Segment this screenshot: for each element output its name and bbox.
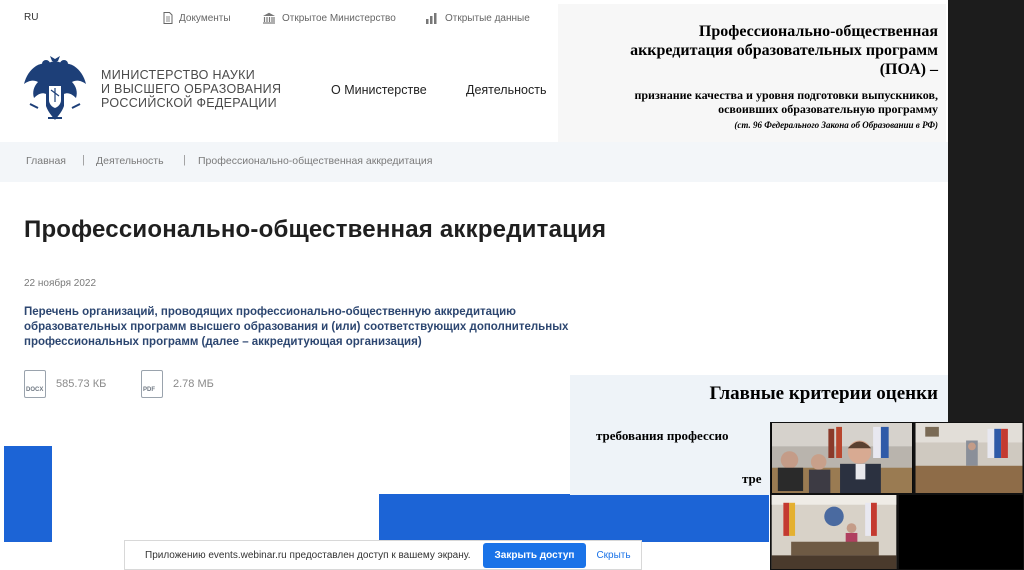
open-data-link-label: Открытые данные: [445, 12, 530, 24]
file-size: 585.73 КБ: [56, 378, 107, 390]
nav-about-ministry[interactable]: О Министерстве: [331, 83, 427, 97]
ministry-name-line: МИНИСТЕРСТВО НАУКИ: [101, 68, 255, 82]
pdf-file-icon: PDF: [141, 370, 163, 398]
nav-activities[interactable]: Деятельность: [466, 83, 546, 97]
poa-title-line: аккредитация образовательных программ: [630, 42, 938, 59]
page-title: Профессионально-общественная аккредитаци…: [24, 216, 607, 243]
criteria-title: Главные критерии оценки: [709, 383, 939, 404]
breadcrumb-activities[interactable]: Деятельность: [96, 155, 164, 167]
breadcrumb-separator: |: [183, 154, 186, 166]
file-size: 2.78 МБ: [173, 378, 214, 390]
poa-subtitle-line: признание качества и уровня подготовки в…: [634, 88, 938, 102]
documents-link[interactable]: Документы: [163, 12, 231, 24]
ministry-name-line: И ВЫСШЕГО ОБРАЗОВАНИЯ: [101, 82, 282, 96]
hide-notification-button[interactable]: Скрыть: [596, 550, 630, 561]
open-data-link[interactable]: Открытые данные: [425, 12, 530, 24]
video-tile-room[interactable]: [770, 494, 898, 570]
ministry-name-line: РОССИЙСКОЙ ФЕДЕРАЦИИ: [101, 96, 277, 110]
document-icon: [163, 12, 173, 24]
ministry-name: МИНИСТЕРСТВО НАУКИ И ВЫСШЕГО ОБРАЗОВАНИЯ…: [101, 68, 281, 110]
decorative-blue-block: [4, 446, 52, 542]
coat-of-arms-logo[interactable]: [22, 54, 88, 126]
bar-chart-icon: [426, 13, 437, 24]
publication-date: 22 ноября 2022: [24, 278, 97, 289]
file-type-label: PDF: [143, 387, 155, 393]
criteria-text-line: требования профессио: [596, 428, 729, 443]
site-topbar: RU Документы Открытое Министерство Откры…: [0, 0, 558, 39]
docx-file-download[interactable]: DOCX 585.73 КБ: [24, 370, 106, 398]
building-icon: [263, 12, 275, 24]
screen-sharing-notification: Приложению events.webinar.ru предоставле…: [124, 540, 642, 570]
poa-subtitle-line: освоивших образовательную программу: [718, 102, 938, 116]
breadcrumb-current: Профессионально-общественная аккредитаци…: [198, 155, 433, 167]
video-tile-empty: [898, 494, 1024, 570]
document-description-link[interactable]: Перечень организаций, проводящих професс…: [24, 305, 584, 350]
webinar-video-panel: [770, 422, 1024, 570]
poa-subtitle: признание качества и уровня подготовки в…: [634, 88, 938, 116]
pdf-file-download[interactable]: PDF 2.78 МБ: [141, 370, 214, 398]
language-switcher[interactable]: RU: [24, 12, 38, 23]
poa-title-line: Профессионально-общественная: [698, 23, 938, 40]
site-header: МИНИСТЕРСТВО НАУКИ И ВЫСШЕГО ОБРАЗОВАНИЯ…: [0, 38, 558, 142]
docx-file-icon: DOCX: [24, 370, 46, 398]
open-ministry-link-label: Открытое Министерство: [282, 12, 396, 24]
poa-title-line: (ПОА) –: [879, 61, 938, 78]
breadcrumb: Главная | Деятельность | Профессионально…: [0, 142, 948, 182]
breadcrumb-separator: |: [82, 154, 85, 166]
poa-definition-box: Профессионально-общественная аккредитаци…: [558, 4, 946, 142]
video-tile-participant[interactable]: [914, 422, 1024, 494]
stop-sharing-button[interactable]: Закрыть доступ: [482, 542, 587, 568]
decorative-blue-block: [379, 494, 769, 542]
criteria-text-line: тре: [742, 471, 762, 486]
open-ministry-link[interactable]: Открытое Министерство: [262, 12, 396, 24]
documents-link-label: Документы: [179, 12, 231, 24]
poa-law-reference: (ст. 96 Федерального Закона об Образован…: [734, 120, 938, 130]
breadcrumb-home[interactable]: Главная: [26, 155, 66, 167]
video-tile-speaker[interactable]: [770, 422, 914, 494]
notification-text: Приложению events.webinar.ru предоставле…: [145, 549, 471, 561]
poa-title: Профессионально-общественная аккредитаци…: [630, 22, 938, 79]
file-type-label: DOCX: [26, 387, 44, 393]
